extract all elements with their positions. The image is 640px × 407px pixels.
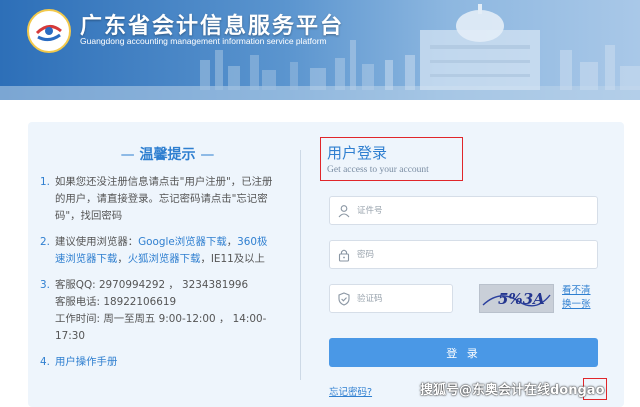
captcha-refresh-line2: 换一张 [562,299,591,310]
main-panel: — 温馨提示 — 1. 如果您还没注册信息请点击"用户注册"，已注册 的用户，请… [28,122,624,407]
browser-separator: ， [117,253,128,265]
lock-icon [338,249,350,262]
user-manual-link[interactable]: 用户操作手册 [55,354,295,371]
watermark-text: 搜狐号@东奥会计在线dongao [420,383,605,398]
vertical-divider [300,150,301,380]
tip-number: 2. [40,236,50,248]
service-qq: 客服QQ: 2970994292 ， 3234381996 [55,279,249,291]
browser-360-download-link-part1[interactable]: 360极 [237,236,267,248]
user-icon [338,205,350,218]
forgot-password-link[interactable]: 忘记密码? [329,384,372,398]
username-field [329,196,598,225]
tip-number: 3. [40,279,50,291]
password-field [329,240,598,269]
ie-requirement-text: ，IE11及以上 [200,253,265,265]
captcha-text: 5%3A [498,290,545,308]
login-header-highlight: 用户登录 Get access to your account [320,137,463,181]
browser-360-download-link-part2[interactable]: 速浏览器下载 [55,253,117,265]
tip-number: 1. [40,176,50,188]
tip-text-line: 建议使用浏览器：Google浏览器下载，360极 [55,234,295,251]
login-title: 用户登录 [327,144,388,162]
captcha-refresh-line1: 看不清 [562,285,591,296]
tip-text-line: 码"，找回密码 [55,210,123,222]
tips-title-dash-left: — [120,147,135,163]
shield-icon [338,292,350,306]
tips-title-dash-right: — [200,147,215,163]
tips-title: — 温馨提示 — [40,144,295,164]
google-browser-download-link[interactable]: Google浏览器下载 [138,236,227,248]
logo-emblem-icon [34,16,64,46]
header-banner: 广东省会计信息服务平台 Guangdong accounting managem… [0,0,640,100]
tip-item-contact: 3. 客服QQ: 2970994292 ， 3234381996 客服电话: 1… [40,277,295,345]
captcha-image[interactable]: 5%3A [479,284,554,313]
tip-item-manual: 4. 用户操作手册 [40,354,295,371]
service-phone: 客服电话: 18922106619 [55,296,177,308]
username-input[interactable] [357,201,592,221]
browser-tip-prefix: 建议使用浏览器： [55,236,139,248]
firefox-download-link[interactable]: 火狐浏览器下载 [128,253,201,265]
working-hours: 工作时间: 周一至周五 9:00-12:00 ， 14:00- [55,313,267,325]
login-subtitle: Get access to your account [327,165,429,175]
captcha-input[interactable] [357,289,447,309]
site-logo [27,9,71,53]
captcha-graphic: 5%3A [482,290,551,308]
tip-text-line: 速浏览器下载，火狐浏览器下载，IE11及以上 [55,251,295,268]
site-subtitle: Guangdong accounting management informat… [80,36,327,46]
captcha-field [329,284,453,313]
tips-section: — 温馨提示 — 1. 如果您还没注册信息请点击"用户注册"，已注册 的用户，请… [40,144,295,380]
tip-text-line: 的用户，请直接登录。忘记密码请点击"忘记密 [55,193,268,205]
browser-separator: ， [226,236,238,248]
tips-title-text: 温馨提示 [139,147,196,163]
password-input[interactable] [357,245,592,265]
tip-text-line: 如果您还没注册信息请点击"用户注册"，已注册 [55,176,273,188]
login-button[interactable]: 登 录 [329,338,598,367]
captcha-refresh-link[interactable]: 看不清 换一张 [562,284,596,312]
tip-item-browsers: 2. 建议使用浏览器：Google浏览器下载，360极 速浏览器下载，火狐浏览器… [40,234,295,268]
tip-number: 4. [40,356,50,368]
working-hours-end: 17:30 [55,330,85,342]
tip-item-register: 1. 如果您还没注册信息请点击"用户注册"，已注册 的用户，请直接登录。忘记密码… [40,174,295,225]
